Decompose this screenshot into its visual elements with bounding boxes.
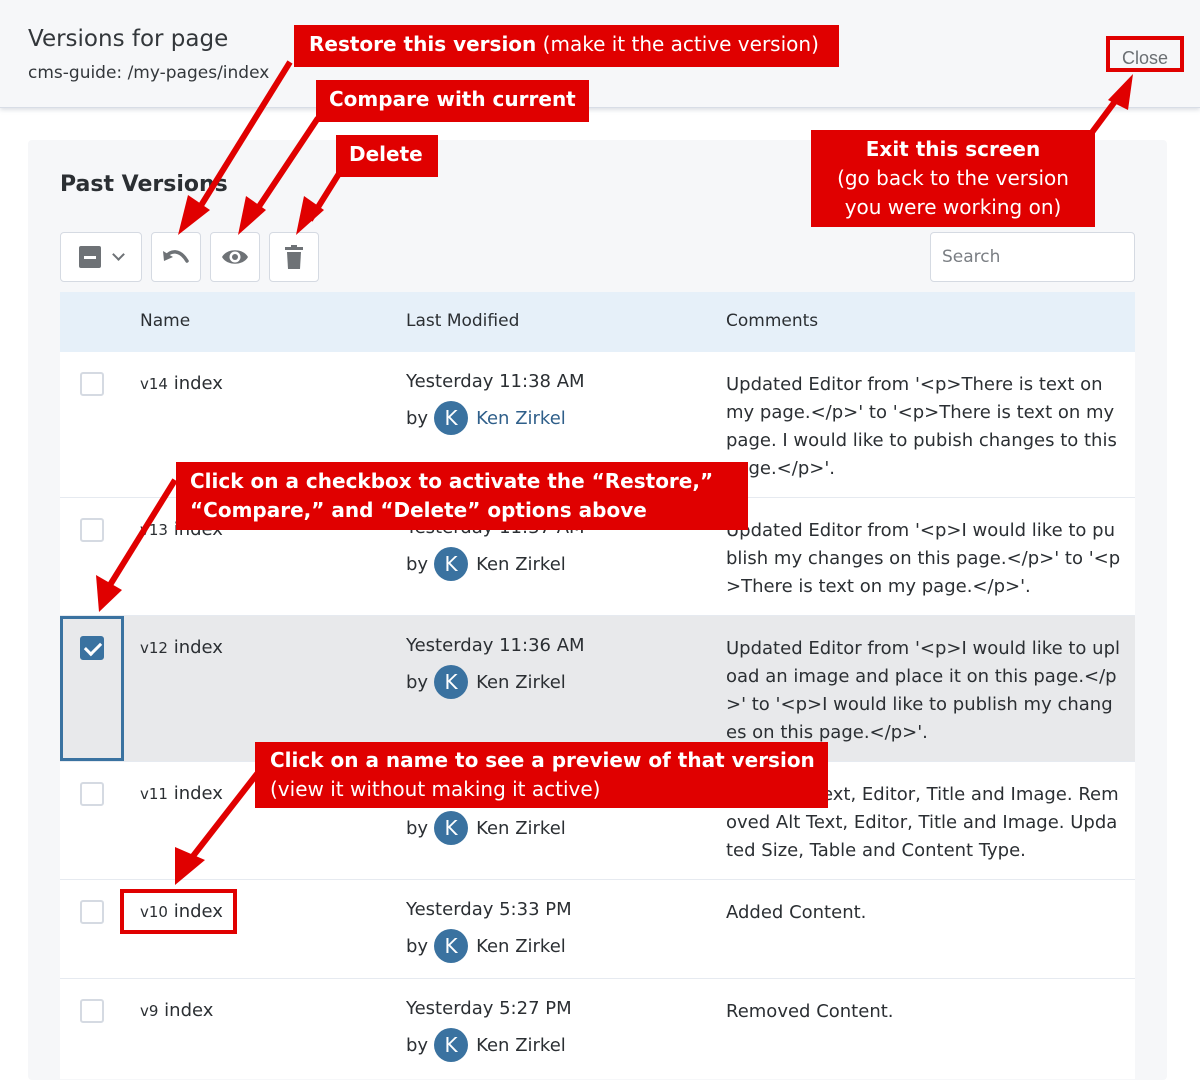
row-checkbox[interactable]	[80, 999, 104, 1023]
row-checkbox[interactable]	[80, 782, 104, 806]
callout-preview: Click on a name to see a preview of that…	[255, 742, 828, 808]
row-checkbox[interactable]	[80, 372, 104, 396]
version-name-link[interactable]: v9 index	[140, 1000, 213, 1021]
avatar: K	[434, 665, 469, 699]
modified-by: by K Ken Zirkel	[406, 1028, 566, 1062]
trash-icon	[285, 245, 303, 269]
select-all-dropdown[interactable]	[60, 232, 142, 282]
avatar: K	[434, 811, 469, 845]
versions-table: Name Last Modified Comments v14 index Ye…	[60, 292, 1135, 1079]
restore-button[interactable]	[151, 232, 201, 282]
modified-by: by K Ken Zirkel	[406, 811, 566, 845]
eye-icon	[222, 250, 248, 264]
undo-icon	[163, 250, 189, 263]
avatar: K	[434, 401, 469, 435]
version-comment: Added Content.	[726, 902, 867, 923]
modified-by: by K Ken Zirkel	[406, 665, 566, 699]
version-name-link[interactable]: v12 index	[140, 637, 223, 658]
row-checkbox-checked[interactable]	[80, 636, 104, 660]
version-comment: Updated Editor from '<p>There is text on…	[726, 374, 1117, 479]
modified-by: by K Ken Zirkel	[406, 547, 566, 581]
row-checkbox[interactable]	[80, 900, 104, 924]
callout-restore: Restore this version (make it the active…	[294, 25, 839, 67]
modified-date: Yesterday 5:27 PM	[406, 998, 572, 1019]
callout-exit: Exit this screen (go back to the version…	[811, 130, 1095, 227]
callout-checkbox: Click on a checkbox to activate the “Res…	[176, 462, 748, 530]
avatar: K	[434, 929, 469, 963]
panel-title: Past Versions	[60, 172, 228, 197]
callout-compare: Compare with current	[316, 80, 589, 122]
version-comment: Updated Editor from '<p>I would like to …	[726, 638, 1121, 743]
close-button[interactable]: Close	[1106, 36, 1184, 72]
avatar: K	[434, 547, 469, 581]
author-link[interactable]: Ken Zirkel	[476, 408, 566, 429]
version-name-link[interactable]: v11 index	[140, 783, 223, 804]
avatar: K	[434, 1028, 469, 1062]
version-comment: Updated Editor from '<p>I would like to …	[726, 520, 1121, 597]
author-name: Ken Zirkel	[476, 935, 566, 957]
column-header-last-modified: Last Modified	[406, 311, 520, 331]
page-title: Versions for page	[28, 26, 229, 52]
row-checkbox[interactable]	[80, 518, 104, 542]
author-name: Ken Zirkel	[476, 553, 566, 575]
version-comment: Removed Content.	[726, 1001, 894, 1022]
version-name-link[interactable]: v14 index	[140, 373, 223, 394]
column-header-comments: Comments	[726, 311, 819, 331]
minus-square-icon	[79, 246, 101, 268]
page-path: cms-guide: /my-pages/index	[28, 63, 270, 83]
table-header: Name Last Modified Comments	[60, 292, 1135, 352]
modified-date: Yesterday 11:38 AM	[406, 371, 585, 392]
column-header-name: Name	[140, 311, 191, 331]
author-name: Ken Zirkel	[476, 817, 566, 839]
chevron-down-icon	[112, 248, 125, 261]
modified-by: by K Ken Zirkel	[406, 401, 566, 435]
table-row-selected: v12 index Yesterday 11:36 AM by K Ken Zirk…	[60, 616, 1135, 762]
compare-button[interactable]	[210, 232, 260, 282]
modified-date: Yesterday 5:33 PM	[406, 899, 572, 920]
table-row: v9 index Yesterday 5:27 PM by K Ken Zirkel…	[60, 979, 1135, 1079]
author-name: Ken Zirkel	[476, 671, 566, 693]
delete-button[interactable]	[269, 232, 319, 282]
modified-by: by K Ken Zirkel	[406, 929, 566, 963]
callout-delete: Delete	[336, 135, 438, 177]
modified-date: Yesterday 11:36 AM	[406, 635, 585, 656]
author-name: Ken Zirkel	[476, 1034, 566, 1056]
search-input[interactable]	[930, 232, 1135, 282]
name-highlight-box	[120, 889, 237, 934]
